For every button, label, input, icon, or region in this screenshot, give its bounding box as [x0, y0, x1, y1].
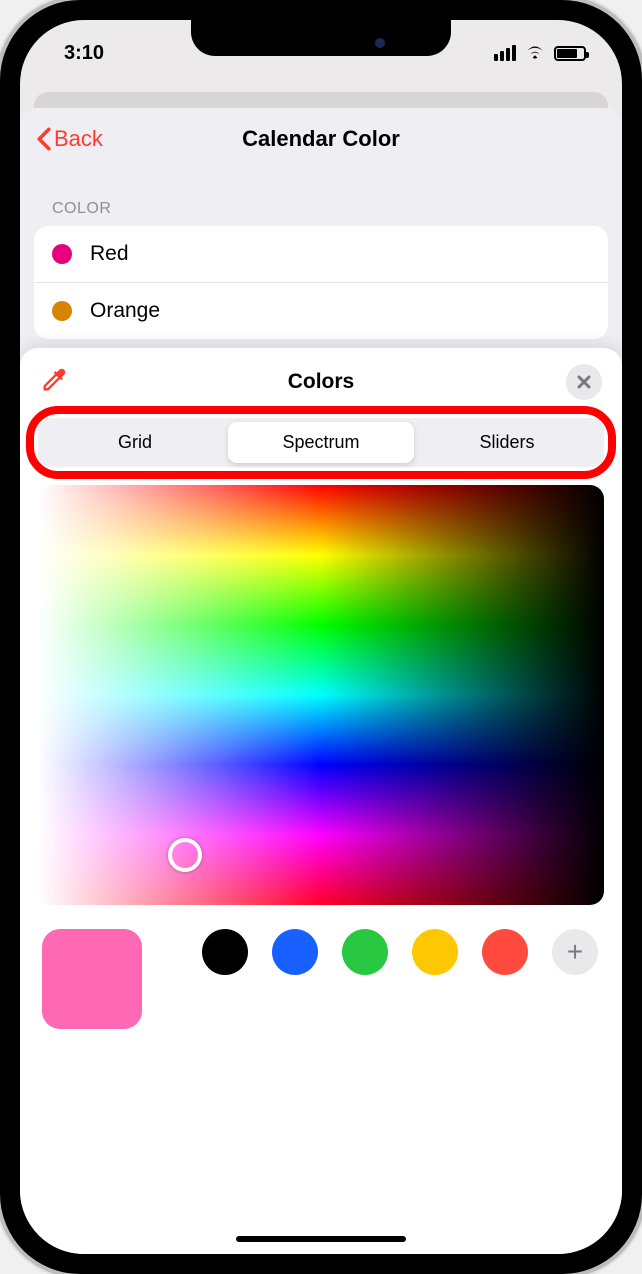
picker-header: Colors	[32, 360, 610, 410]
preset-color[interactable]	[342, 929, 388, 975]
status-time: 3:10	[64, 42, 104, 65]
nav-bar: Back Calendar Color	[20, 108, 622, 162]
color-option-orange[interactable]: Orange	[34, 283, 608, 339]
preset-color[interactable]	[272, 929, 318, 975]
color-option-red[interactable]: Red	[34, 226, 608, 283]
preset-color[interactable]	[482, 929, 528, 975]
color-picker-sheet: Colors Grid Spectrum Sliders	[20, 348, 622, 1254]
picker-mode-segmented[interactable]: Grid Spectrum Sliders	[38, 418, 604, 467]
tab-grid[interactable]: Grid	[42, 422, 228, 463]
picker-title: Colors	[32, 370, 610, 394]
add-preset-button[interactable]: +	[552, 929, 598, 975]
color-list: Red Orange	[34, 226, 608, 339]
color-label: Red	[90, 242, 129, 266]
current-color-swatch[interactable]	[42, 929, 142, 1029]
preset-color[interactable]	[412, 929, 458, 975]
swatch-row: +	[32, 905, 610, 1039]
device-frame: 3:10 Back Calendar Color COLOR	[0, 0, 642, 1274]
tab-sliders[interactable]: Sliders	[414, 422, 600, 463]
battery-icon	[554, 46, 586, 61]
color-label: Orange	[90, 299, 160, 323]
wifi-icon	[524, 43, 546, 64]
color-dot	[52, 244, 72, 264]
preset-color[interactable]	[202, 929, 248, 975]
color-dot	[52, 301, 72, 321]
tab-spectrum[interactable]: Spectrum	[228, 422, 414, 463]
segmented-control-wrap: Grid Spectrum Sliders	[38, 418, 604, 467]
notch	[191, 20, 451, 56]
plus-icon: +	[567, 936, 583, 968]
section-header-color: COLOR	[20, 162, 622, 226]
spectrum-area[interactable]	[38, 485, 604, 905]
cellular-icon	[494, 45, 516, 61]
screen: 3:10 Back Calendar Color COLOR	[20, 20, 622, 1254]
status-icons	[494, 43, 586, 64]
page-title: Calendar Color	[20, 126, 622, 152]
spectrum-cursor[interactable]	[168, 838, 202, 872]
home-indicator[interactable]	[236, 1236, 406, 1242]
preset-colors: +	[202, 929, 598, 975]
